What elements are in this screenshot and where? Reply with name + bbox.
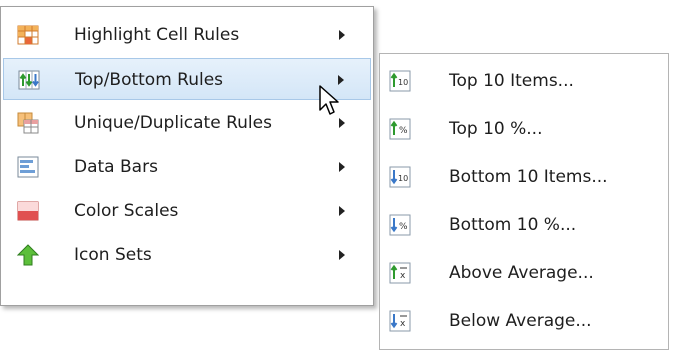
menu-item-label: Top/Bottom Rules <box>75 70 224 90</box>
submenu-item-label: Top 10 %... <box>449 119 543 139</box>
menu-item-label: Icon Sets <box>74 245 152 265</box>
menu-item-color-scales[interactable]: Color Scales <box>3 190 371 232</box>
top-bottom-rules-icon <box>18 69 40 91</box>
highlight-cells-icon <box>17 24 39 46</box>
menu-item-data-bars[interactable]: Data Bars <box>3 146 371 188</box>
menu-item-label: Highlight Cell Rules <box>74 25 240 45</box>
svg-text:10: 10 <box>398 174 408 183</box>
color-scales-icon <box>17 200 39 222</box>
submenu-item-label: Above Average... <box>449 263 594 283</box>
menu-item-icon-sets[interactable]: Icon Sets <box>3 234 371 276</box>
unique-duplicate-icon <box>17 112 39 134</box>
menu-item-label: Unique/Duplicate Rules <box>74 113 272 133</box>
submenu-item-below-average[interactable]: x Below Average... <box>382 297 666 345</box>
svg-text:%: % <box>399 222 408 232</box>
chevron-right-icon <box>339 206 345 216</box>
menu-item-highlight-cell-rules[interactable]: Highlight Cell Rules <box>3 14 371 56</box>
submenu-item-bottom-10-percent[interactable]: % Bottom 10 %... <box>382 201 666 249</box>
bottom-10-percent-icon: % <box>389 214 411 236</box>
menu-item-label: Color Scales <box>74 201 179 221</box>
submenu-item-top-10-items[interactable]: 10 Top 10 Items... <box>382 57 666 105</box>
submenu-item-above-average[interactable]: x Above Average... <box>382 249 666 297</box>
below-average-icon: x <box>389 310 411 332</box>
submenu-item-top-10-percent[interactable]: % Top 10 %... <box>382 105 666 153</box>
submenu-item-label: Top 10 Items... <box>449 71 574 91</box>
menu-item-unique-duplicate-rules[interactable]: Unique/Duplicate Rules <box>3 102 371 144</box>
svg-text:x: x <box>400 271 406 281</box>
chevron-right-icon <box>339 162 345 172</box>
svg-text:%: % <box>399 126 408 136</box>
chevron-right-icon <box>339 30 345 40</box>
submenu-item-label: Bottom 10 Items... <box>449 167 608 187</box>
above-average-icon: x <box>389 262 411 284</box>
conditional-formatting-menu: Highlight Cell Rules Top/Bottom Rules Un… <box>0 6 374 306</box>
top-10-items-icon: 10 <box>389 70 411 92</box>
svg-text:x: x <box>400 319 406 329</box>
data-bars-icon <box>17 156 39 178</box>
svg-text:10: 10 <box>398 78 408 87</box>
icon-sets-icon <box>16 244 40 266</box>
bottom-10-items-icon: 10 <box>389 166 411 188</box>
submenu-item-label: Bottom 10 %... <box>449 215 577 235</box>
menu-item-label: Data Bars <box>74 157 158 177</box>
mouse-cursor-icon <box>318 84 346 120</box>
submenu-item-bottom-10-items[interactable]: 10 Bottom 10 Items... <box>382 153 666 201</box>
top-bottom-rules-submenu: 10 Top 10 Items... % Top 10 %... 10 Bott… <box>379 53 669 350</box>
menu-item-top-bottom-rules[interactable]: Top/Bottom Rules <box>3 58 371 100</box>
top-10-percent-icon: % <box>389 118 411 140</box>
submenu-item-label: Below Average... <box>449 311 592 331</box>
chevron-right-icon <box>339 250 345 260</box>
